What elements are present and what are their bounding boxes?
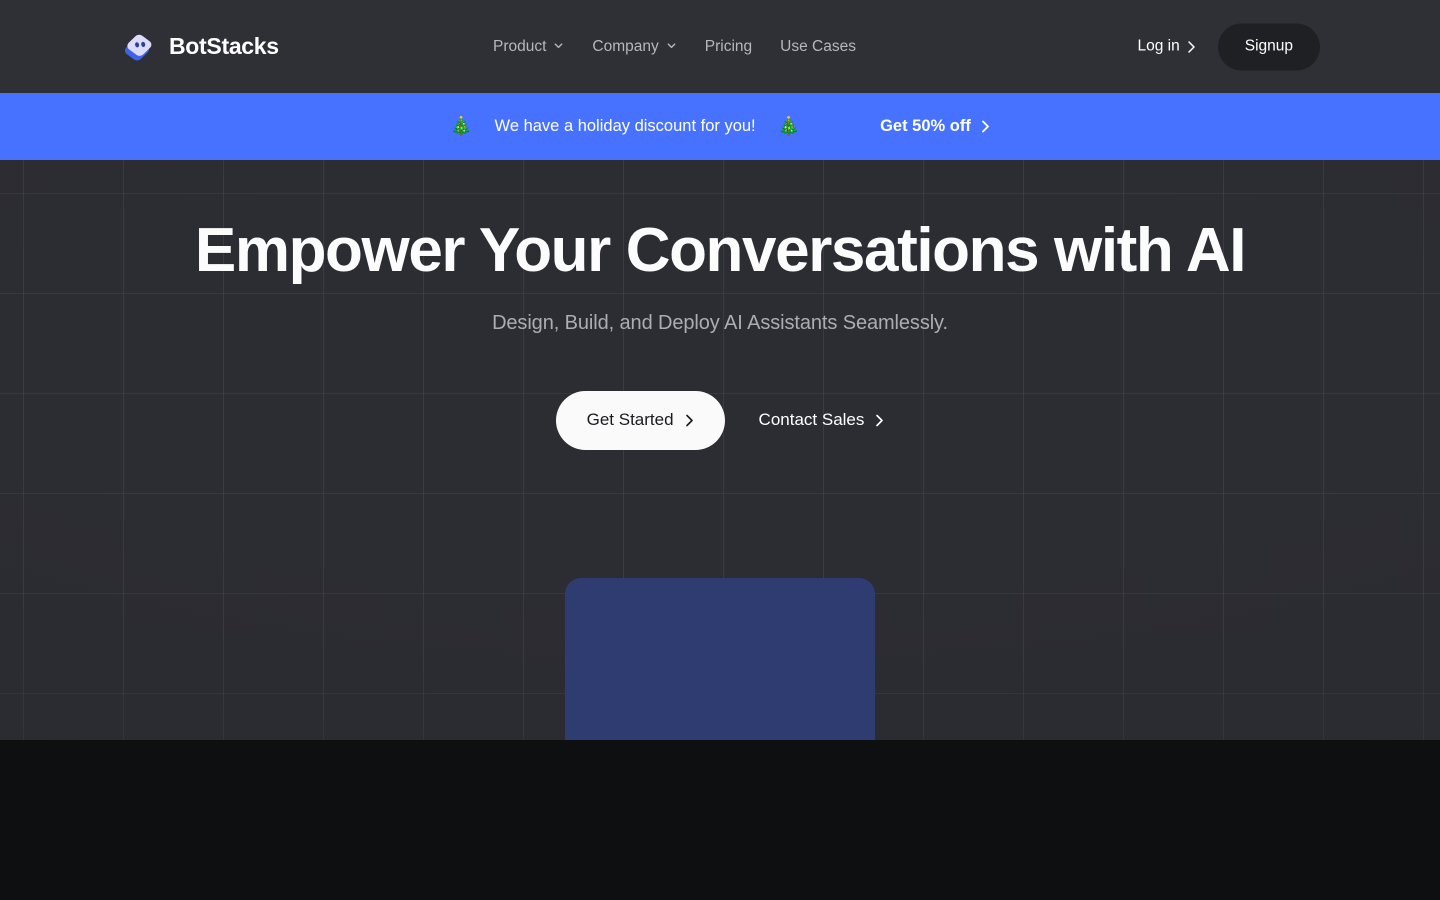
signup-button[interactable]: Signup bbox=[1217, 23, 1320, 70]
nav-item-label: Pricing bbox=[704, 37, 753, 55]
get-started-label: Get Started bbox=[586, 410, 674, 430]
hero-preview-card[interactable] bbox=[565, 578, 875, 740]
chevron-down-icon bbox=[666, 40, 677, 51]
christmas-tree-icon: 🎄 bbox=[777, 115, 801, 137]
brand-name: BotStacks bbox=[169, 33, 279, 59]
nav-item-label: Use Cases bbox=[780, 37, 856, 55]
get-started-button[interactable]: Get Started bbox=[555, 390, 725, 450]
nav-item-product[interactable]: Product bbox=[493, 38, 564, 56]
nav-item-label: Company bbox=[592, 37, 659, 55]
chevron-right-icon bbox=[981, 120, 990, 133]
site-header: BotStacks Product Company Pricing Use Ca… bbox=[0, 0, 1440, 93]
page-root: BotStacks Product Company Pricing Use Ca… bbox=[0, 0, 1440, 900]
chevron-right-icon bbox=[1187, 40, 1196, 53]
chevron-down-icon bbox=[553, 40, 564, 51]
promo-cta-label: Get 50% off bbox=[880, 117, 971, 135]
brand-logo-link[interactable]: BotStacks bbox=[120, 28, 279, 66]
lower-dark-section bbox=[0, 740, 1440, 900]
botstacks-logo-icon bbox=[120, 28, 158, 66]
login-link[interactable]: Log in bbox=[1138, 38, 1196, 56]
promo-message: We have a holiday discount for you! bbox=[494, 117, 756, 135]
nav-item-label: Product bbox=[493, 37, 547, 55]
chevron-right-icon bbox=[685, 414, 694, 427]
hero-cta-group: Get Started Contact Sales bbox=[555, 390, 885, 450]
hero-subtitle: Design, Build, and Deploy AI Assistants … bbox=[492, 311, 948, 334]
christmas-tree-icon: 🎄 bbox=[450, 115, 473, 137]
promo-banner: 🎄 We have a holiday discount for you! 🎄 … bbox=[0, 93, 1440, 160]
chevron-right-icon bbox=[875, 414, 884, 427]
nav-item-pricing[interactable]: Pricing bbox=[705, 38, 752, 56]
hero-section: Empower Your Conversations with AI Desig… bbox=[0, 160, 1440, 740]
promo-message-group: 🎄 We have a holiday discount for you! 🎄 bbox=[450, 117, 800, 136]
header-actions: Log in Signup bbox=[1138, 23, 1320, 70]
main-nav: Product Company Pricing Use Cases bbox=[493, 38, 856, 56]
promo-cta-link[interactable]: Get 50% off bbox=[880, 117, 990, 136]
login-label: Log in bbox=[1137, 37, 1180, 55]
hero-title: Empower Your Conversations with AI bbox=[194, 216, 1247, 285]
nav-item-use-cases[interactable]: Use Cases bbox=[780, 38, 856, 56]
promo-banner-inner: 🎄 We have a holiday discount for you! 🎄 … bbox=[450, 117, 990, 136]
contact-sales-label: Contact Sales bbox=[758, 410, 865, 430]
nav-item-company[interactable]: Company bbox=[592, 38, 676, 56]
contact-sales-button[interactable]: Contact Sales bbox=[759, 410, 885, 430]
